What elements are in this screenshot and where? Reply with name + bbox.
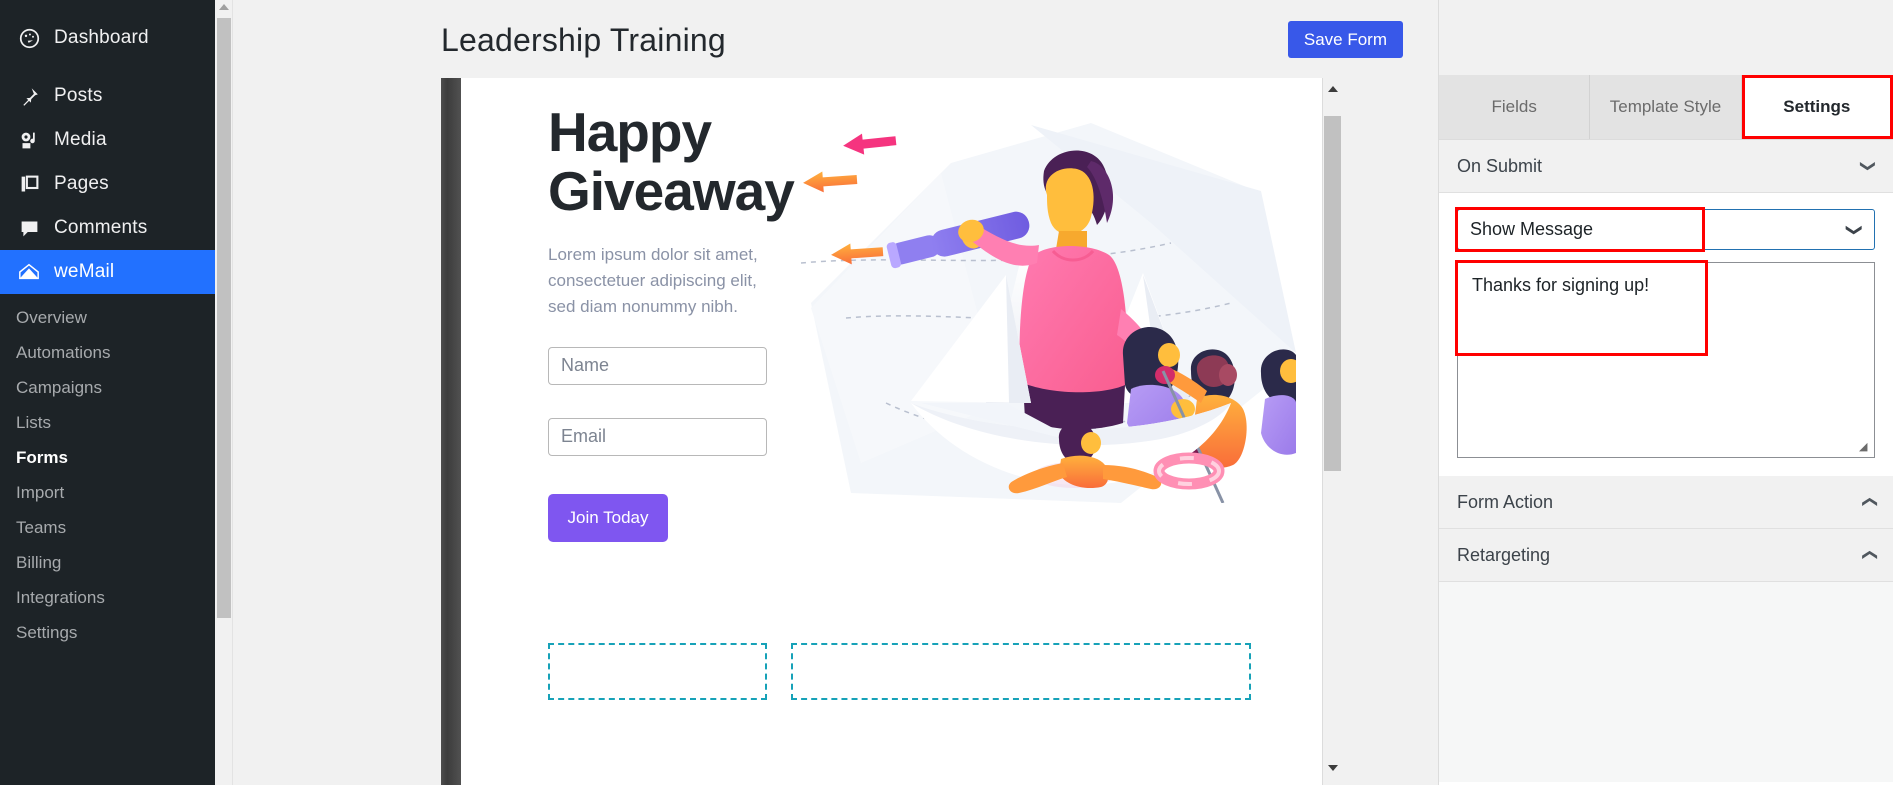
- hero-subtitle: Lorem ipsum dolor sit amet, consectetuer…: [548, 244, 758, 317]
- email-field[interactable]: Email: [548, 417, 767, 456]
- section-on-submit-header[interactable]: On Submit ❯: [1439, 140, 1893, 193]
- preview-scroll-thumb[interactable]: [1324, 116, 1341, 471]
- on-submit-message-wrap: Thanks for signing up! ◢: [1455, 260, 1875, 458]
- message-value: Thanks for signing up!: [1472, 275, 1650, 295]
- sidebar-item-integrations[interactable]: Integrations: [0, 580, 215, 615]
- join-today-button[interactable]: Join Today: [548, 493, 668, 542]
- teamwork-boat-illustration: [791, 103, 1296, 503]
- form-preview-surface: Happy Giveaway Lorem ipsum dolor sit ame…: [461, 78, 1322, 785]
- page-scroll-thumb[interactable]: [217, 18, 231, 618]
- tab-label: Template Style: [1609, 97, 1722, 116]
- sidebar-item-overview[interactable]: Overview: [0, 300, 215, 335]
- chevron-up-icon[interactable]: ❯: [1860, 496, 1878, 509]
- form-preview-canvas-wrap: Happy Giveaway Lorem ipsum dolor sit ame…: [441, 75, 1438, 785]
- sidebar-label: Media: [54, 129, 107, 150]
- sidebar-sublabel: Campaigns: [16, 377, 102, 397]
- section-form-action-header[interactable]: Form Action ❯: [1439, 476, 1893, 529]
- envelope-icon: [16, 261, 42, 283]
- chevron-down-icon[interactable]: ❯: [1844, 223, 1864, 236]
- sidebar-item-comments[interactable]: Comments: [0, 206, 215, 250]
- media-icon: [16, 130, 42, 151]
- section-title: Retargeting: [1457, 544, 1551, 565]
- sidebar-item-wemail[interactable]: weMail: [0, 250, 215, 294]
- main-content-area: Leadership Training Save Form Happy Give…: [215, 0, 1438, 785]
- tab-template-style[interactable]: Template Style: [1590, 75, 1742, 139]
- sidebar-item-posts[interactable]: Posts: [0, 74, 215, 118]
- sidebar-sublabel: Forms: [16, 447, 68, 467]
- sidebar-sublabel: Teams: [16, 517, 67, 537]
- dropzone-left[interactable]: [548, 643, 767, 700]
- wordpress-admin-screen: Dashboard Posts Media Pages Comments weM…: [0, 0, 1893, 785]
- settings-panel-empty-area: [1439, 582, 1893, 782]
- scroll-up-arrow-icon[interactable]: [1328, 86, 1338, 92]
- select-value: Show Message: [1470, 219, 1594, 239]
- on-submit-action-select[interactable]: Show Message: [1457, 209, 1875, 250]
- settings-panel-top-spacer: [1439, 0, 1893, 75]
- form-preview-canvas: Happy Giveaway Lorem ipsum dolor sit ame…: [441, 75, 1322, 785]
- section-title: On Submit: [1457, 155, 1543, 176]
- sidebar-label: Dashboard: [54, 27, 149, 48]
- form-hero-block: Happy Giveaway Lorem ipsum dolor sit ame…: [548, 101, 808, 542]
- sidebar-item-dashboard[interactable]: Dashboard: [0, 14, 215, 62]
- sidebar-item-billing[interactable]: Billing: [0, 545, 215, 580]
- sidebar-sublabel: Lists: [16, 412, 51, 432]
- sidebar-label: Comments: [54, 217, 148, 238]
- sidebar-label: Pages: [54, 173, 109, 194]
- sidebar-label: Posts: [54, 85, 103, 106]
- save-form-button[interactable]: Save Form: [1287, 21, 1403, 58]
- sidebar-item-lists[interactable]: Lists: [0, 405, 215, 440]
- tab-fields[interactable]: Fields: [1439, 75, 1591, 139]
- section-on-submit-body: Show Message ❯ Thanks for signing up! ◢: [1439, 193, 1893, 476]
- comment-icon: [16, 218, 42, 239]
- sidebar-item-automations[interactable]: Automations: [0, 335, 215, 370]
- form-settings-panel: Fields Template Style Settings On Submit…: [1438, 0, 1893, 785]
- sidebar-label: weMail: [54, 261, 115, 282]
- preview-scrollbar[interactable]: [1322, 78, 1342, 785]
- on-submit-action-select-wrap: Show Message ❯: [1455, 207, 1875, 252]
- sidebar-item-settings[interactable]: Settings: [0, 615, 215, 650]
- wp-admin-sidebar: Dashboard Posts Media Pages Comments weM…: [0, 0, 215, 785]
- sidebar-sublabel: Settings: [16, 622, 78, 642]
- sidebar-item-pages[interactable]: Pages: [0, 162, 215, 206]
- scroll-down-arrow-icon[interactable]: [1328, 765, 1338, 771]
- sidebar-item-import[interactable]: Import: [0, 475, 215, 510]
- sidebar-sublabel: Automations: [16, 342, 111, 362]
- sidebar-sublabel: Import: [16, 482, 65, 502]
- tab-label: Fields: [1491, 97, 1537, 116]
- field-dropzones: [548, 643, 1251, 700]
- sidebar-sublabel: Integrations: [16, 587, 105, 607]
- sidebar-sublabel: Billing: [16, 552, 62, 572]
- name-field[interactable]: Name: [548, 346, 767, 385]
- chevron-down-icon[interactable]: ❯: [1860, 160, 1878, 173]
- page-title: Leadership Training: [441, 22, 726, 58]
- dashboard-icon: [16, 28, 42, 49]
- sidebar-item-campaigns[interactable]: Campaigns: [0, 370, 215, 405]
- dropzone-right[interactable]: [791, 643, 1251, 700]
- tab-settings[interactable]: Settings: [1741, 75, 1893, 139]
- canvas-left-frame: [441, 78, 461, 785]
- sidebar-submenu-wemail: Overview Automations Campaigns Lists For…: [0, 294, 215, 650]
- settings-tabbar: Fields Template Style Settings: [1439, 75, 1893, 140]
- pages-icon: [16, 174, 42, 195]
- hero-title-line-2: Giveaway: [548, 160, 795, 223]
- sidebar-sublabel: Overview: [16, 307, 87, 327]
- form-builder-topbar: Leadership Training Save Form: [233, 0, 1438, 75]
- section-title: Form Action: [1457, 491, 1554, 512]
- sidebar-item-teams[interactable]: Teams: [0, 510, 215, 545]
- sidebar-item-forms[interactable]: Forms: [0, 440, 215, 475]
- pin-icon: [16, 86, 42, 107]
- hero-title-line-1: Happy: [548, 101, 712, 163]
- resize-grip-icon[interactable]: ◢: [1859, 442, 1871, 454]
- scroll-up-arrow-icon[interactable]: [219, 4, 229, 10]
- chevron-up-icon[interactable]: ❯: [1860, 549, 1878, 562]
- sidebar-item-media[interactable]: Media: [0, 118, 215, 162]
- on-submit-message-textarea[interactable]: Thanks for signing up! ◢: [1457, 262, 1875, 458]
- section-retargeting-header[interactable]: Retargeting ❯: [1439, 529, 1893, 582]
- tab-label: Settings: [1783, 97, 1851, 116]
- page-scrollbar[interactable]: [215, 0, 233, 785]
